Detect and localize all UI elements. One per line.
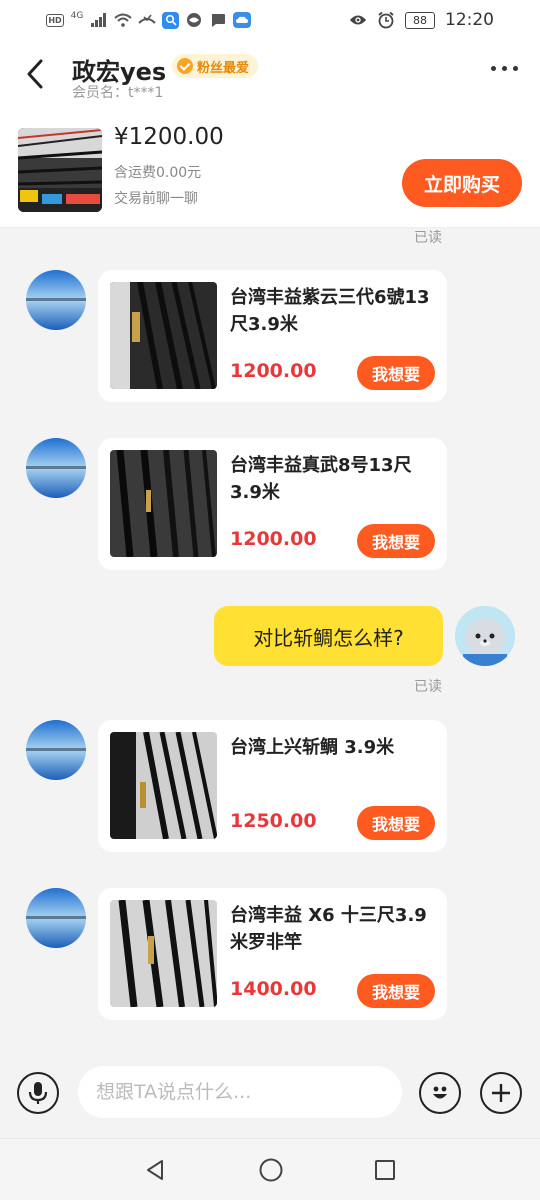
circle-home-icon [259, 1158, 283, 1182]
product-card-image [110, 732, 217, 839]
back-button[interactable] [20, 56, 50, 92]
signal-icon [90, 11, 108, 29]
chat-app-icon [209, 11, 227, 29]
message-input-bar [0, 1052, 540, 1138]
want-button[interactable]: 我想要 [357, 524, 435, 558]
nav-home-button[interactable] [256, 1155, 286, 1185]
more-options-button[interactable] [491, 66, 518, 71]
fan-badge: 粉丝最爱 [172, 54, 259, 78]
buy-now-button[interactable]: 立即购买 [402, 159, 522, 207]
product-card-price: 1400.00 [230, 978, 317, 1000]
landscape-avatar-image [26, 438, 86, 498]
fishing-rod-image [110, 900, 217, 1007]
member-id-value: t***1 [128, 85, 164, 101]
status-left: HD 4G [46, 11, 251, 29]
missed-call-icon [138, 11, 156, 29]
voice-button[interactable] [17, 1072, 59, 1114]
status-right: 88 12:20 [349, 10, 494, 30]
product-card-price: 1250.00 [230, 810, 317, 832]
square-recent-icon [375, 1160, 395, 1180]
landscape-avatar-image [26, 270, 86, 330]
more-dot [513, 66, 518, 71]
plus-icon [492, 1084, 510, 1102]
product-card[interactable]: 台湾丰益真武8号13尺3.9米 1200.00 我想要 [98, 438, 447, 570]
system-nav-bar [0, 1138, 540, 1200]
chat-header: 政宏yes 粉丝最爱 会员名：t***1 [0, 40, 540, 112]
product-card-image [110, 450, 217, 557]
landscape-avatar-image [26, 888, 86, 948]
read-receipt: 已读 [414, 679, 442, 695]
chat-hint: 交易前聊一聊 [114, 191, 198, 207]
chevron-left-icon [27, 59, 43, 89]
my-message-bubble: 对比斩鲷怎么样? [214, 606, 443, 666]
product-card-title: 台湾上兴斩鲷 3.9米 [230, 737, 395, 758]
search-app-icon [162, 11, 179, 29]
smile-icon [433, 1086, 447, 1099]
want-button[interactable]: 我想要 [357, 974, 435, 1008]
read-receipt: 已读 [414, 230, 442, 246]
seller-avatar[interactable] [26, 888, 86, 948]
fishing-rod-image [18, 128, 102, 212]
wifi-icon [114, 11, 132, 29]
product-price: ¥1200.00 [114, 124, 224, 150]
member-id: 会员名：t***1 [72, 82, 163, 102]
want-button[interactable]: 我想要 [357, 356, 435, 390]
clock: 12:20 [445, 10, 494, 30]
product-card[interactable]: 台湾上兴斩鲷 3.9米 1250.00 我想要 [98, 720, 447, 852]
product-card-title: 台湾丰益紫云三代6號13尺3.9米 [230, 287, 430, 335]
product-card-title: 台湾丰益真武8号13尺3.9米 [230, 455, 412, 503]
badge-check-icon [177, 58, 193, 74]
fan-badge-label: 粉丝最爱 [197, 60, 250, 76]
nav-back-button[interactable] [140, 1155, 170, 1185]
product-card-title: 台湾丰益 X6 十三尺3.9米罗非竿 [230, 905, 427, 953]
cloud-icon [233, 11, 251, 29]
network-type: 4G [70, 11, 84, 21]
product-card-image [110, 900, 217, 1007]
alarm-icon [377, 11, 395, 29]
microphone-icon [28, 1082, 48, 1104]
battery-indicator: 88 [405, 11, 435, 29]
fishing-rod-image [110, 732, 217, 839]
my-avatar[interactable] [455, 606, 515, 666]
want-button[interactable]: 我想要 [357, 806, 435, 840]
more-dot [502, 66, 507, 71]
status-bar: HD 4G 88 12:20 [0, 0, 540, 40]
seller-avatar[interactable] [26, 720, 86, 780]
product-bar: ¥1200.00 含运费0.00元 交易前聊一聊 立即购买 [0, 112, 540, 228]
emoji-button[interactable] [419, 1072, 461, 1114]
hd-indicator: HD [46, 13, 64, 27]
more-dot [491, 66, 496, 71]
message-input[interactable] [78, 1066, 402, 1118]
product-card[interactable]: 台湾丰益紫云三代6號13尺3.9米 1200.00 我想要 [98, 270, 447, 402]
product-card-price: 1200.00 [230, 528, 317, 550]
eye-icon [349, 11, 367, 29]
fishing-rod-image [110, 450, 217, 557]
shipping-info: 含运费0.00元 [114, 165, 202, 181]
product-card-price: 1200.00 [230, 360, 317, 382]
seal-avatar-image [455, 606, 515, 666]
member-label: 会员名： [72, 85, 128, 101]
seller-avatar[interactable] [26, 438, 86, 498]
add-button[interactable] [480, 1072, 522, 1114]
landscape-avatar-image [26, 720, 86, 780]
product-card-image [110, 282, 217, 389]
triangle-back-icon [147, 1160, 163, 1180]
nav-recent-button[interactable] [370, 1155, 400, 1185]
product-thumbnail[interactable] [18, 128, 102, 212]
fishing-rod-image [110, 282, 217, 389]
seller-avatar[interactable] [26, 270, 86, 330]
product-card[interactable]: 台湾丰益 X6 十三尺3.9米罗非竿 1400.00 我想要 [98, 888, 447, 1020]
browser-icon [185, 11, 203, 29]
